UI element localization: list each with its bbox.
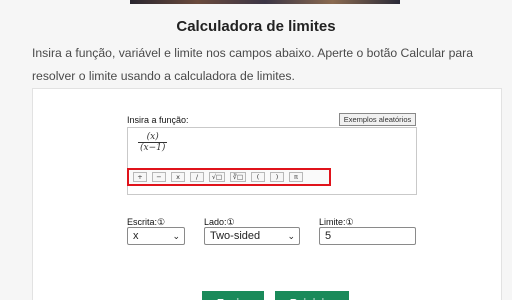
fraction-numerator[interactable]: (x) (138, 132, 168, 143)
minus-button[interactable]: − (152, 172, 166, 182)
chevron-down-icon: ⌄ (172, 231, 180, 241)
page-title: Calculadora de limites (176, 18, 336, 35)
intro-text: Insira a função, variável e limite nos c… (32, 46, 474, 83)
submit-button[interactable]: Enviar (202, 291, 264, 300)
math-toolbar: + − x / √□ ∛□ ( ) π (127, 168, 331, 186)
page-card: Calculadora de limites Insira a função, … (0, 4, 512, 300)
side-select[interactable]: Two-sided ⌄ (204, 227, 300, 245)
variable-select[interactable]: x ⌄ (127, 227, 185, 245)
divide-button[interactable]: / (190, 172, 204, 182)
open-paren-button[interactable]: ( (251, 172, 265, 182)
limit-calculator: Insira a função: Exemplos aleatórios (x)… (32, 88, 502, 300)
reset-button[interactable]: Reiniciar (275, 291, 349, 300)
limit-input[interactable]: 5 (319, 227, 416, 245)
fraction-expression[interactable]: (x) (x−1) (138, 132, 168, 153)
function-label: Insira a função: (127, 115, 189, 125)
fraction-denominator[interactable]: (x−1) (138, 143, 167, 153)
cbrt-button[interactable]: ∛□ (230, 172, 246, 182)
plus-button[interactable]: + (133, 172, 147, 182)
limit-value: 5 (325, 230, 332, 242)
pi-button[interactable]: π (289, 172, 303, 182)
chevron-down-icon: ⌄ (287, 231, 295, 241)
random-examples-button[interactable]: Exemplos aleatórios (339, 113, 416, 126)
multiply-button[interactable]: x (171, 172, 185, 182)
close-paren-button[interactable]: ) (270, 172, 284, 182)
variable-value: x (133, 230, 139, 242)
sqrt-button[interactable]: √□ (209, 172, 225, 182)
side-value: Two-sided (210, 230, 261, 242)
